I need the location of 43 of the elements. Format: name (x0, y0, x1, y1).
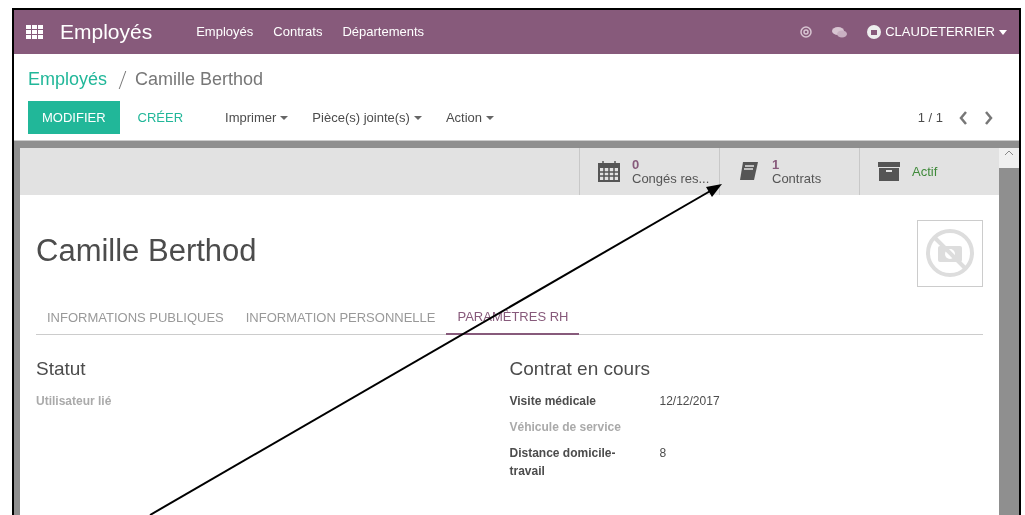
archive-icon (878, 161, 900, 182)
calendar-icon (598, 161, 620, 182)
group-title: Statut (36, 356, 87, 381)
field-label: Distance domicile-travail (509, 445, 617, 480)
stat-button[interactable]: Actif (859, 148, 999, 195)
menu-link[interactable]: Départements (342, 22, 425, 42)
field-label: Véhicule de service (509, 419, 622, 436)
field-value: 8 (659, 445, 667, 462)
dropdown-button[interactable]: Action (445, 107, 495, 128)
next-icon[interactable] (984, 110, 993, 125)
group-title: Contrat en cours (509, 356, 651, 381)
previous-icon[interactable] (959, 110, 968, 125)
menu-link[interactable]: Contrats (273, 22, 323, 42)
caret-icon (280, 115, 289, 120)
menu-link[interactable]: Employés (196, 22, 254, 42)
avatar-icon[interactable] (867, 25, 882, 39)
scrollbar[interactable] (999, 148, 1019, 168)
field-value: 12/12/2017 (659, 393, 720, 410)
stat-value: 1 (772, 157, 781, 172)
stat-label: Actif (912, 164, 938, 179)
at-sign-icon[interactable] (800, 26, 813, 38)
user-menu[interactable]: CLAUDETERRIER (885, 22, 995, 42)
caret-icon (486, 115, 495, 120)
stat-value: 0 (632, 157, 641, 172)
chat-icon[interactable] (832, 26, 848, 38)
apps-grid-icon[interactable] (26, 25, 44, 39)
dropdown-button[interactable]: Imprimer (225, 107, 289, 128)
caret-icon[interactable] (999, 29, 1007, 35)
app-title: Employés (60, 19, 153, 46)
field-label: Visite médicale (509, 393, 597, 410)
dropdown-button[interactable]: Pièce(s) jointe(s) (312, 107, 422, 128)
caret-icon (413, 115, 422, 120)
stat-label: Contrats (772, 171, 822, 186)
tab[interactable]: INFORMATIONS PUBLIQUES (36, 301, 235, 334)
tab[interactable]: INFORMATION PERSONNELLE (234, 301, 447, 334)
field-label: Utilisateur lié (36, 393, 113, 410)
pager-counter: 1 / 1 (917, 108, 943, 127)
stat-label: Congés res... (632, 171, 710, 186)
employee-name: Camille Berthod (36, 232, 257, 270)
stat-button[interactable]: 1 Contrats (719, 148, 859, 195)
breadcrumb-current: Camille Berthod (135, 68, 264, 91)
book-icon (738, 161, 760, 182)
scroll-up-icon[interactable] (1005, 150, 1013, 155)
